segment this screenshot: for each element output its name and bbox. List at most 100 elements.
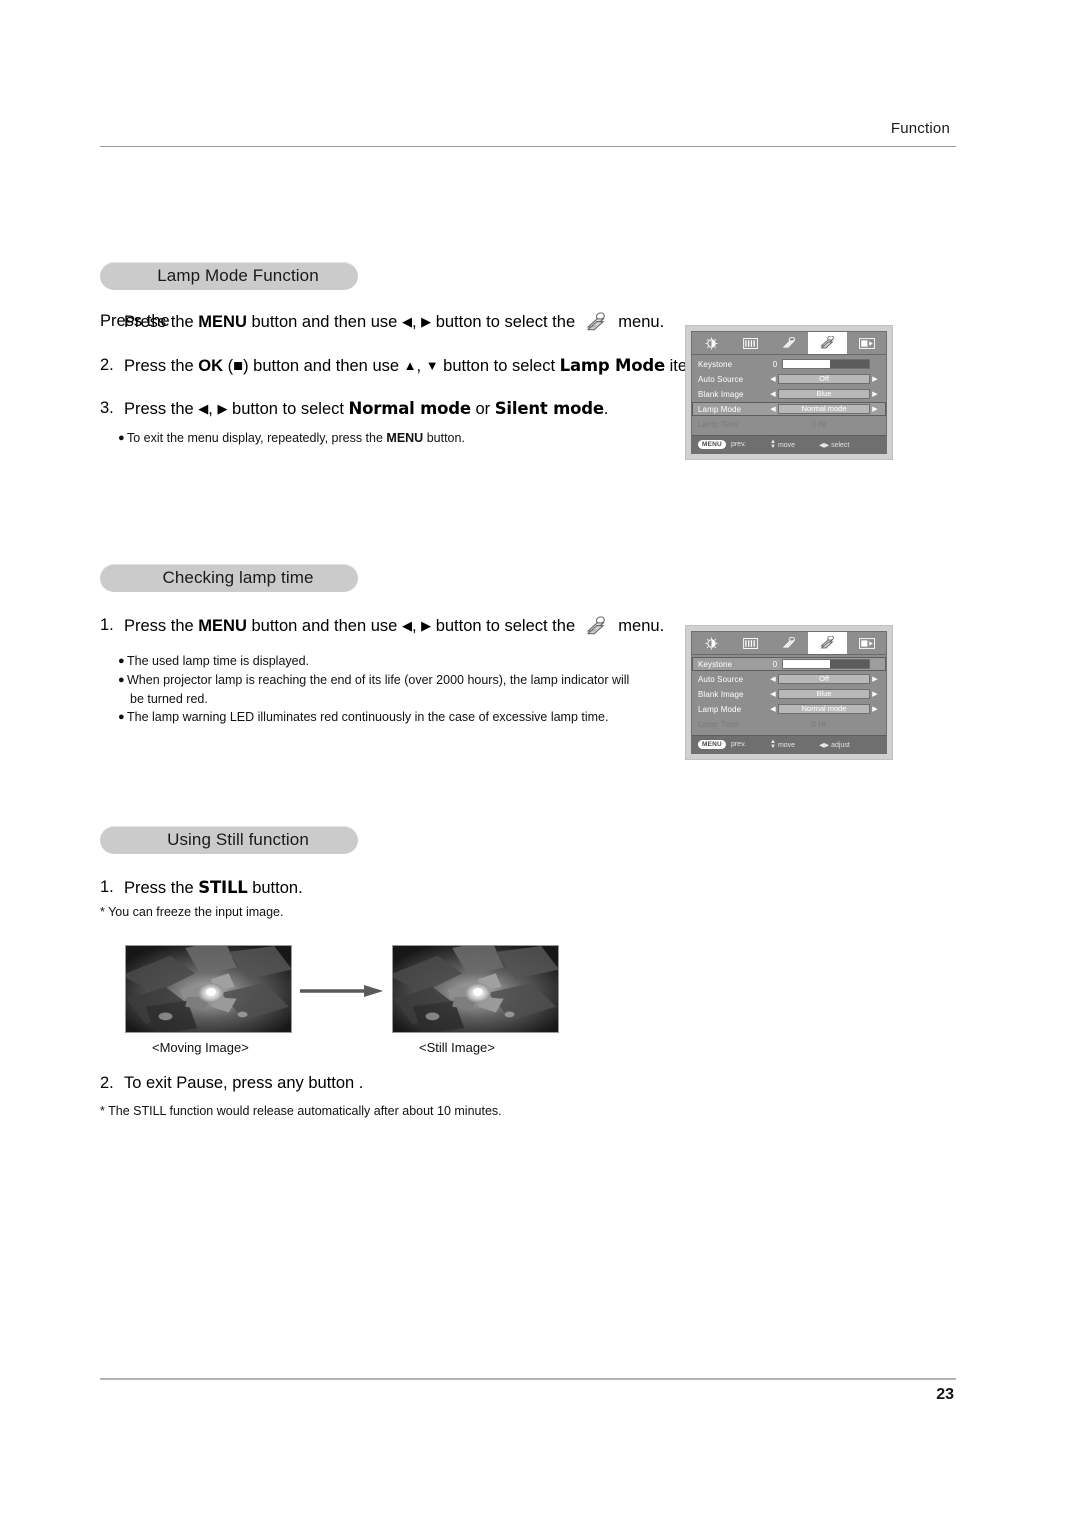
transition-arrow-icon [300, 984, 384, 998]
osd-field-blank-image-2[interactable]: Blue [778, 689, 870, 699]
osd-value-blank-image-2: Blue [816, 689, 832, 699]
osd-field-auto-source-1[interactable]: Off [778, 374, 870, 384]
bullet-icon-c: ● [118, 711, 125, 724]
osd-tab-lamp-2[interactable] [808, 632, 848, 654]
txt-3-lead: Press the [124, 400, 199, 418]
arrow-right-icon-2: ▶ [217, 401, 228, 416]
osd-value-keystone-2: 0 [772, 659, 778, 669]
osd-value-keystone-1: 0 [772, 359, 778, 369]
osd-left-arrow-icon-2b[interactable]: ◀ [768, 690, 778, 698]
lt-mid2: button to select the [431, 617, 580, 635]
key-menu-1: MENU [198, 313, 247, 331]
osd-label-auto-source-1: Auto Source [698, 374, 744, 384]
osd-menu-chip-2[interactable]: MENU [698, 739, 726, 750]
osd-field-lamp-mode-1[interactable]: Normal mode [778, 404, 870, 414]
osd-move-group-2: ▲ ▼ move [770, 739, 795, 750]
osd-label-lamp-mode-1: Lamp Mode [698, 404, 742, 414]
osd-row-keystone-1[interactable]: Keystone 0 [692, 357, 886, 371]
lamp-mode-step-3-number: 3. [100, 399, 114, 419]
osd-field-blank-image-1[interactable]: Blue [778, 389, 870, 399]
lamp-mode-note: ● To exit the menu display, repeatedly, p… [118, 429, 465, 447]
txt-3-end: . [603, 400, 609, 418]
txt-comma: , [411, 313, 422, 331]
arrow-left-icon: ◀ [401, 314, 412, 329]
osd-action-group-1: ◀▶ select [819, 441, 849, 449]
osd-left-arrow-icon-1c[interactable]: ◀ [768, 405, 778, 413]
lt-lead: Press the [124, 617, 199, 635]
option-silent-mode: Silent mode [494, 399, 604, 418]
lamp-menu-icon [582, 312, 612, 332]
osd-row-auto-source-1[interactable]: Auto Source ◀ Off ▶ [692, 372, 886, 386]
osd-tab-screen-1[interactable] [847, 332, 886, 354]
osd-right-arrow-icon-2a[interactable]: ▶ [870, 675, 880, 683]
lt-step-1-num: 1. [100, 616, 114, 634]
arrow-right-icon-3: ▶ [421, 618, 432, 633]
osd-field-auto-source-2[interactable]: Off [778, 674, 870, 684]
txt-then-use: button and then use [246, 313, 402, 331]
osd-slider-keystone-2[interactable] [782, 659, 870, 669]
osd-tab-bar-2 [692, 632, 886, 655]
still-step-2-num: 2. [100, 1074, 114, 1092]
osd-tab-lamp-1[interactable] [808, 332, 848, 354]
osd-left-arrow-icon-1a[interactable]: ◀ [768, 375, 778, 383]
osd-left-arrow-icon-1b[interactable]: ◀ [768, 390, 778, 398]
osd-label-auto-source-2: Auto Source [698, 674, 744, 684]
osd-right-arrow-icon-1b[interactable]: ▶ [870, 390, 880, 398]
still-step-2-text: To exit Pause, press any button . [124, 1074, 364, 1092]
osd-tab-brightness-2[interactable] [692, 632, 731, 654]
osd-tab-brightness-1[interactable] [692, 332, 731, 354]
osd-label-blank-image-1: Blank Image [698, 389, 744, 399]
txt-2-paren: (■) [223, 357, 254, 375]
osd-action-label-1: select [831, 441, 850, 449]
osd-label-lamp-mode-2: Lamp Mode [698, 704, 742, 714]
still-step-1-number: 1. [100, 878, 114, 898]
osd-value-lamp-mode-1: Normal mode [801, 404, 847, 414]
lt-comma: , [411, 617, 422, 635]
txt-2-comma: , [416, 357, 426, 375]
lt-tail: menu. [613, 617, 665, 635]
osd-left-arrow-icon-2a[interactable]: ◀ [768, 675, 778, 683]
osd-row-blank-image-1[interactable]: Blank Image ◀ Blue ▶ [692, 387, 886, 401]
osd-row-auto-source-2[interactable]: Auto Source ◀ Off ▶ [692, 672, 886, 686]
still-note-2: * The STILL function would release autom… [100, 1104, 502, 1118]
osd-right-arrow-icon-1c[interactable]: ▶ [870, 405, 880, 413]
lamp-time-step-1-number: 1. [100, 616, 114, 636]
osd-right-arrow-icon-1a[interactable]: ▶ [870, 375, 880, 383]
lamp-icon [820, 636, 834, 649]
txt-3-or: or [470, 400, 495, 418]
osd-tab-bars-1[interactable] [731, 332, 770, 354]
bullet-text-b: When projector lamp is reaching the end … [127, 672, 630, 687]
osd-right-arrow-icon-2c[interactable]: ▶ [870, 705, 880, 713]
txt-3-mid: button to select [227, 400, 349, 418]
osd-tab-remote-2[interactable] [770, 632, 809, 654]
osd-value-lamp-mode-2: Normal mode [801, 704, 847, 714]
bars-icon [742, 637, 758, 649]
menu-item-lamp-mode: Lamp Mode [559, 356, 666, 375]
osd-slider-keystone-1[interactable] [782, 359, 870, 369]
list-item: ● The lamp warning LED illuminates red co… [118, 708, 629, 727]
osd-row-lamp-mode-2[interactable]: Lamp Mode ◀ Normal mode ▶ [692, 702, 886, 716]
still-image-photo [392, 945, 559, 1033]
osd-menu-lamp-mode: Keystone 0 Auto Source ◀ Off ▶ Blank Ima… [686, 326, 892, 459]
section-heading-checking-lamp-time: Checking lamp time [100, 564, 358, 592]
txt-2-mid: button and then use [253, 357, 404, 375]
running-header: Function [890, 120, 950, 137]
osd-label-keystone-1: Keystone [698, 359, 733, 369]
lamp-icon [820, 336, 834, 349]
osd-row-blank-image-2[interactable]: Blank Image ◀ Blue ▶ [692, 687, 886, 701]
section-heading-lamp-mode: Lamp Mode Function [100, 262, 358, 290]
osd-left-arrow-icon-2c[interactable]: ◀ [768, 705, 778, 713]
osd-row-lamp-mode-1[interactable]: Lamp Mode ◀ Normal mode ▶ [692, 402, 886, 416]
osd-tab-bars-2[interactable] [731, 632, 770, 654]
osd-field-lamp-mode-2[interactable]: Normal mode [778, 704, 870, 714]
bullet-icon-a: ● [118, 655, 125, 667]
key-ok: OK [198, 357, 224, 375]
arrow-left-icon-3: ◀ [401, 618, 412, 633]
osd-tab-screen-2[interactable] [847, 632, 886, 654]
lamp-time-step-1-text: Press the MENU button and then use ◀, ▶ … [124, 616, 664, 637]
osd-right-arrow-icon-2b[interactable]: ▶ [870, 690, 880, 698]
osd-row-keystone-2[interactable]: Keystone 0 [692, 657, 886, 671]
leftright-arrows-icon-2: ◀▶ [819, 741, 830, 749]
osd-tab-remote-1[interactable] [770, 332, 809, 354]
osd-menu-chip-1[interactable]: MENU [698, 439, 726, 450]
